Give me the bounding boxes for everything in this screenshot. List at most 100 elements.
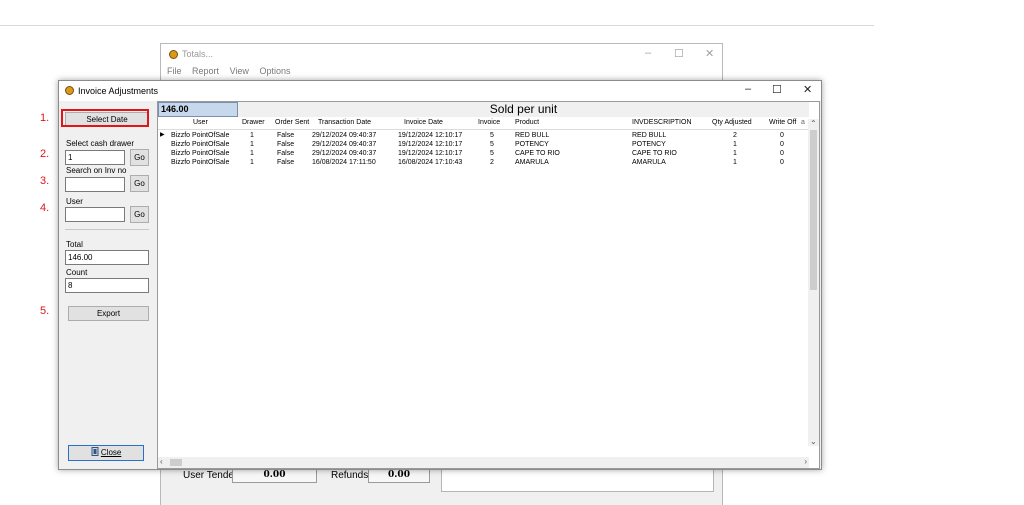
count-field: 8 [65, 278, 149, 293]
cell-qty-adjusted: 1 [733, 150, 737, 157]
total-label: Total [66, 240, 83, 249]
cell-user: Bizzfo PointOfSale [171, 159, 230, 166]
cell-product: CAPE TO RIO [515, 150, 560, 157]
cell-invoice: 5 [490, 141, 494, 148]
scroll-left-icon[interactable]: ‹ [160, 457, 163, 466]
cell-write-off: 0 [780, 150, 784, 157]
amount-display: 146.00 [158, 102, 238, 117]
cell-drawer: 1 [250, 141, 254, 148]
table-row[interactable]: Bizzfo PointOfSale 1 False 16/08/2024 17:11… [158, 158, 809, 167]
user-tenders-field: 0.00 [232, 468, 317, 483]
menu-options[interactable]: Options [259, 66, 290, 76]
step-3-label: 3. [40, 175, 50, 187]
cell-invdescription: CAPE TO RIO [632, 150, 677, 157]
horizontal-scroll-thumb[interactable] [170, 459, 182, 466]
cell-write-off: 0 [780, 132, 784, 139]
cell-order-sent: False [277, 141, 295, 148]
door-icon [91, 447, 99, 456]
cell-invoice-date: 19/12/2024 12:10:17 [398, 141, 463, 148]
cell-invoice: 2 [490, 159, 494, 166]
export-button[interactable]: Export [68, 306, 149, 321]
cell-write-off: 0 [780, 141, 784, 148]
totals-menu-bar: File Report View Options [161, 66, 722, 80]
totals-title-bar: Totals... – ☐ ✕ [161, 44, 722, 66]
col-drawer[interactable]: Drawer [242, 119, 265, 126]
totals-maximize-button[interactable]: ☐ [674, 47, 684, 60]
user-label: User [66, 197, 83, 206]
col-invoice-date[interactable]: Invoice Date [404, 119, 443, 126]
col-qty-adjusted[interactable]: Qty Adjusted [712, 119, 752, 126]
cash-drawer-go-button[interactable]: Go [130, 149, 149, 166]
cell-product: RED BULL [515, 132, 550, 139]
col-user[interactable]: User [193, 119, 208, 126]
user-go-button[interactable]: Go [130, 206, 149, 223]
cell-product: AMARULA [515, 159, 549, 166]
cell-transaction-date: 29/12/2024 09:40:37 [312, 132, 377, 139]
step-2-label: 2. [40, 148, 50, 160]
col-order-sent[interactable]: Order Sent [275, 119, 309, 126]
table-row[interactable]: Bizzfo PointOfSale 1 False 29/12/2024 09:40… [158, 140, 809, 149]
inv-no-input[interactable] [65, 177, 125, 192]
cell-order-sent: False [277, 150, 295, 157]
cell-drawer: 1 [250, 159, 254, 166]
scroll-down-icon[interactable]: ⌄ [810, 437, 817, 446]
cell-invdescription: RED BULL [632, 132, 667, 139]
highlight-box [61, 109, 149, 127]
cell-transaction-date: 29/12/2024 09:40:37 [312, 150, 377, 157]
minimize-button[interactable]: – [745, 83, 751, 95]
cell-write-off: 0 [780, 159, 784, 166]
col-invoice[interactable]: Invoice [478, 119, 500, 126]
menu-view[interactable]: View [230, 66, 249, 76]
triangle-right-icon: ▶ [160, 132, 165, 138]
table-row[interactable]: Bizzfo PointOfSale 1 False 29/12/2024 09:40… [158, 149, 809, 158]
vertical-scroll-thumb[interactable] [810, 130, 817, 290]
cell-invoice: 5 [490, 150, 494, 157]
totals-minimize-button[interactable]: – [645, 47, 651, 59]
close-button[interactable]: Close [68, 445, 144, 461]
col-transaction-date[interactable]: Transaction Date [318, 119, 371, 126]
close-window-button[interactable]: ✕ [803, 83, 812, 96]
col-truncated[interactable]: a [801, 119, 805, 126]
cell-invoice: 5 [490, 132, 494, 139]
col-write-off[interactable]: Write Off [769, 119, 796, 126]
cell-product: POTENCY [515, 141, 549, 148]
table-row[interactable]: ▶ Bizzfo PointOfSale 1 False 29/12/2024 09:4… [158, 131, 809, 140]
refunds-field: 0.00 [368, 468, 430, 483]
cell-order-sent: False [277, 132, 295, 139]
cell-user: Bizzfo PointOfSale [171, 150, 230, 157]
cell-invdescription: AMARULA [632, 159, 666, 166]
col-invdescription[interactable]: INVDESCRIPTION [632, 119, 692, 126]
sold-per-unit-grid: 146.00 Sold per unit User Drawer Order S… [157, 101, 820, 469]
cell-drawer: 1 [250, 150, 254, 157]
cell-qty-adjusted: 2 [733, 132, 737, 139]
window-title: Invoice Adjustments [78, 86, 159, 96]
totals-close-button[interactable]: ✕ [705, 47, 714, 60]
cell-transaction-date: 16/08/2024 17:11:50 [312, 159, 376, 166]
menu-report[interactable]: Report [192, 66, 219, 76]
count-label: Count [66, 268, 88, 277]
horizontal-scrollbar[interactable]: ‹ › [158, 457, 809, 468]
scroll-right-icon[interactable]: › [804, 457, 807, 466]
grid-title: Sold per unit [238, 102, 809, 117]
cell-user: Bizzfo PointOfSale [171, 132, 230, 139]
cell-order-sent: False [277, 159, 295, 166]
invoice-adjustments-window: Invoice Adjustments – ☐ ✕ Select Date Se… [58, 80, 822, 470]
scroll-up-icon[interactable]: ⌃ [810, 119, 817, 128]
close-button-label: Close [100, 448, 122, 457]
inv-no-label: Search on Inv no [66, 166, 127, 175]
refunds-label: Refunds [331, 470, 369, 481]
cell-invoice-date: 19/12/2024 12:10:17 [398, 150, 463, 157]
inv-no-go-button[interactable]: Go [130, 175, 149, 192]
vertical-scrollbar[interactable]: ⌃ ⌄ [808, 119, 819, 446]
gold-coin-icon [169, 50, 178, 59]
step-4-label: 4. [40, 202, 50, 214]
cell-invoice-date: 19/12/2024 12:10:17 [398, 132, 463, 139]
step-1-label: 1. [40, 112, 50, 124]
menu-file[interactable]: File [167, 66, 182, 76]
maximize-button[interactable]: ☐ [772, 83, 782, 96]
filter-sidebar: Select Date Select cash drawer 1 Go Sear… [59, 101, 155, 469]
cash-drawer-input[interactable]: 1 [65, 150, 125, 165]
title-bar: Invoice Adjustments – ☐ ✕ [59, 81, 821, 101]
user-input[interactable] [65, 207, 125, 222]
col-product[interactable]: Product [515, 119, 539, 126]
